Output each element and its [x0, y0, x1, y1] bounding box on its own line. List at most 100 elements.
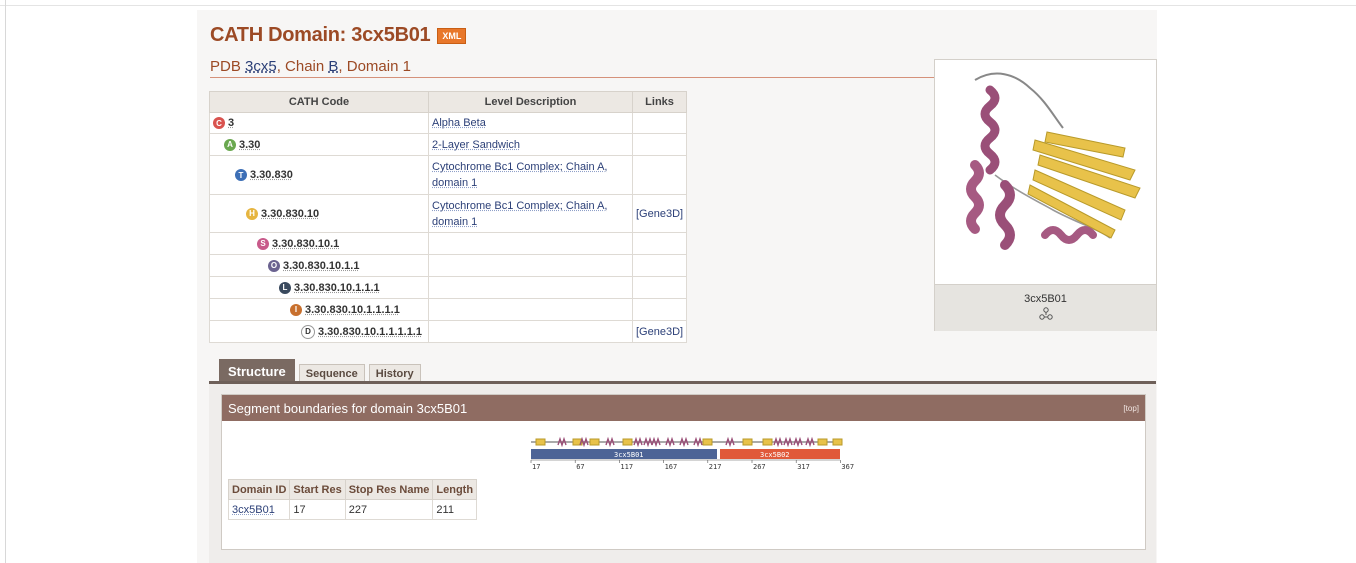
level-description-link[interactable]: Cytochrome Bc1 Complex; Chain A, domain …: [432, 161, 607, 189]
strand-mark: [535, 438, 546, 446]
segment-table: Domain ID Start Res Stop Res Name Length…: [227, 479, 478, 520]
segment-panel-title: Segment boundaries for domain 3cx5B01: [228, 400, 468, 416]
tick-label: 17: [532, 463, 540, 471]
s-level-icon: S: [257, 237, 269, 250]
links-cell: [631, 298, 688, 321]
strand-mark: [832, 438, 843, 446]
cath-code-cell: O 3.30.830.10.1.1: [209, 254, 429, 277]
cath-code-cell: A 3.30: [209, 133, 429, 156]
pdb-id-link[interactable]: 3cx5: [245, 58, 277, 75]
cath-code-cell: T 3.30.830: [209, 155, 429, 195]
level-description-link[interactable]: 2-Layer Sandwich: [432, 139, 520, 151]
links-cell: [Gene3D]: [631, 194, 688, 233]
protein-structure-icon[interactable]: [935, 60, 1156, 284]
strand-mark: [622, 438, 633, 446]
cath-code-cell: C3: [209, 112, 429, 134]
l-level-icon: L: [279, 281, 291, 294]
level-description-cell: Cytochrome Bc1 Complex; Chain A, domain …: [428, 194, 633, 233]
cath-code-link[interactable]: 3.30.830.10.1: [272, 238, 339, 250]
title-divider: [210, 77, 934, 78]
table-row: H 3.30.830.10 Cytochrome Bc1 Complex; Chai…: [209, 194, 688, 233]
gene3d-link[interactable]: [Gene3D]: [636, 208, 683, 220]
level-description-cell: [428, 276, 633, 299]
cath-code-link[interactable]: 3.30.830.10.1.1: [283, 260, 359, 272]
segment-boundary-diagram: 3cx5B01 3cx5B02 17 67 117 167 217 267 317 367: [530, 436, 854, 471]
pdb-subtitle: PDB 3cx5, Chain B, Domain 1: [210, 58, 411, 75]
topology-level-icon: T: [235, 169, 247, 181]
segment-boundaries-panel: Segment boundaries for domain 3cx5B01 [t…: [221, 394, 1146, 550]
cath-code-link[interactable]: 3.30.830: [250, 169, 293, 181]
architecture-level-icon: A: [224, 138, 236, 151]
strand-mark: [762, 438, 773, 446]
strand-mark: [817, 438, 828, 446]
segment-start-res: 17: [289, 499, 346, 520]
tick-label: 367: [841, 463, 854, 471]
column-header-domain-id: Domain ID: [227, 479, 291, 500]
table-row: C 3 Alpha Beta: [209, 112, 688, 134]
links-cell: [631, 254, 688, 277]
level-description-link[interactable]: Alpha Beta: [432, 117, 486, 129]
column-header-cath-code: CATH Code: [209, 91, 429, 113]
tick-label: 67: [576, 463, 584, 471]
i-level-icon: I: [290, 303, 302, 316]
title-row: CATH Domain: 3cx5B01 XML: [210, 24, 467, 47]
cath-code-wrapper: A 3.30: [213, 138, 425, 151]
cath-code-link[interactable]: 3: [228, 117, 234, 129]
cath-code-wrapper: T 3.30.830: [213, 169, 425, 181]
cath-code-link[interactable]: 3.30.830.10.1.1.1.1.1: [318, 326, 422, 338]
cath-code-cell: D 3.30.830.10.1.1.1.1.1: [209, 320, 429, 343]
column-header-start-res: Start Res: [289, 479, 346, 500]
domain-level-icon: D: [301, 324, 315, 339]
level-description-cell: Alpha Beta: [428, 112, 633, 134]
table-row: D 3.30.830.10.1.1.1.1.1 [Gene3D]: [209, 320, 688, 343]
chain-prefix: , Chain: [276, 58, 325, 75]
segment-domain-id-link[interactable]: 3cx5B01: [227, 499, 291, 520]
domain-caption-label: 3cx5B01: [1024, 293, 1067, 305]
level-description-link[interactable]: Cytochrome Bc1 Complex; Chain A, domain …: [432, 200, 607, 228]
residue-tick-labels: 17 67 117 167 217 267 317 367: [530, 460, 854, 471]
xml-badge-button[interactable]: XML: [437, 27, 467, 44]
cath-code-cell: I 3.30.830.10.1.1.1.1: [209, 298, 429, 321]
tick-label: 167: [665, 463, 678, 471]
segment-panel-header: Segment boundaries for domain 3cx5B01 [t…: [222, 395, 1145, 421]
domain2-segment-label: 3cx5B02: [760, 451, 790, 459]
class-level-icon: C: [213, 117, 225, 129]
table-header-row: CATH Code Level Description Links: [209, 91, 688, 113]
cath-code-cell: H 3.30.830.10: [209, 194, 429, 233]
domain-suffix: , Domain 1: [338, 58, 411, 75]
gene3d-link[interactable]: [Gene3D]: [636, 326, 683, 338]
level-description-cell: Cytochrome Bc1 Complex; Chain A, domain …: [428, 155, 633, 195]
cath-code-wrapper: L 3.30.830.10.1.1.1: [213, 281, 425, 294]
domain1-segment-label: 3cx5B01: [614, 451, 644, 459]
cath-code-link[interactable]: 3.30.830.10.1.1.1: [294, 282, 380, 294]
level-description-cell: [428, 298, 633, 321]
tick-label: 267: [753, 463, 766, 471]
page-top-border: [0, 5, 1356, 6]
segment-table-header-row: Domain ID Start Res Stop Res Name Length: [227, 479, 478, 500]
cath-code-wrapper: S 3.30.830.10.1: [213, 237, 425, 250]
cath-code-cell: S 3.30.830.10.1: [209, 232, 429, 255]
table-row: T 3.30.830 Cytochrome Bc1 Complex; Chain A…: [209, 155, 688, 195]
cath-code-link[interactable]: 3.30.830.10: [261, 208, 319, 220]
molecule-icon[interactable]: [1038, 307, 1053, 321]
table-row: L 3.30.830.10.1.1.1: [209, 276, 688, 299]
cath-code-wrapper: H 3.30.830.10: [213, 207, 425, 220]
links-cell: [631, 112, 688, 134]
pdb-prefix: PDB: [210, 58, 241, 75]
top-link[interactable]: [top]: [1123, 404, 1139, 413]
column-header-links: Links: [631, 91, 688, 113]
links-cell: [Gene3D]: [631, 320, 688, 343]
cath-code-wrapper: C3: [213, 117, 425, 129]
tick-label: 217: [709, 463, 722, 471]
cath-code-link[interactable]: 3.30.830.10.1.1.1.1: [305, 304, 400, 316]
strand-mark: [742, 438, 753, 446]
cath-code-link[interactable]: 3.30: [239, 139, 260, 151]
homology-level-icon: H: [246, 207, 258, 220]
column-header-level-description: Level Description: [428, 91, 633, 113]
table-row: A 3.30 2-Layer Sandwich: [209, 133, 688, 156]
links-cell: [631, 232, 688, 255]
cath-code-cell: L 3.30.830.10.1.1.1: [209, 276, 429, 299]
table-row: 3cx5B01 17 227 211: [227, 499, 478, 520]
chain-id-link[interactable]: B: [328, 58, 338, 75]
table-row: I 3.30.830.10.1.1.1.1: [209, 298, 688, 321]
